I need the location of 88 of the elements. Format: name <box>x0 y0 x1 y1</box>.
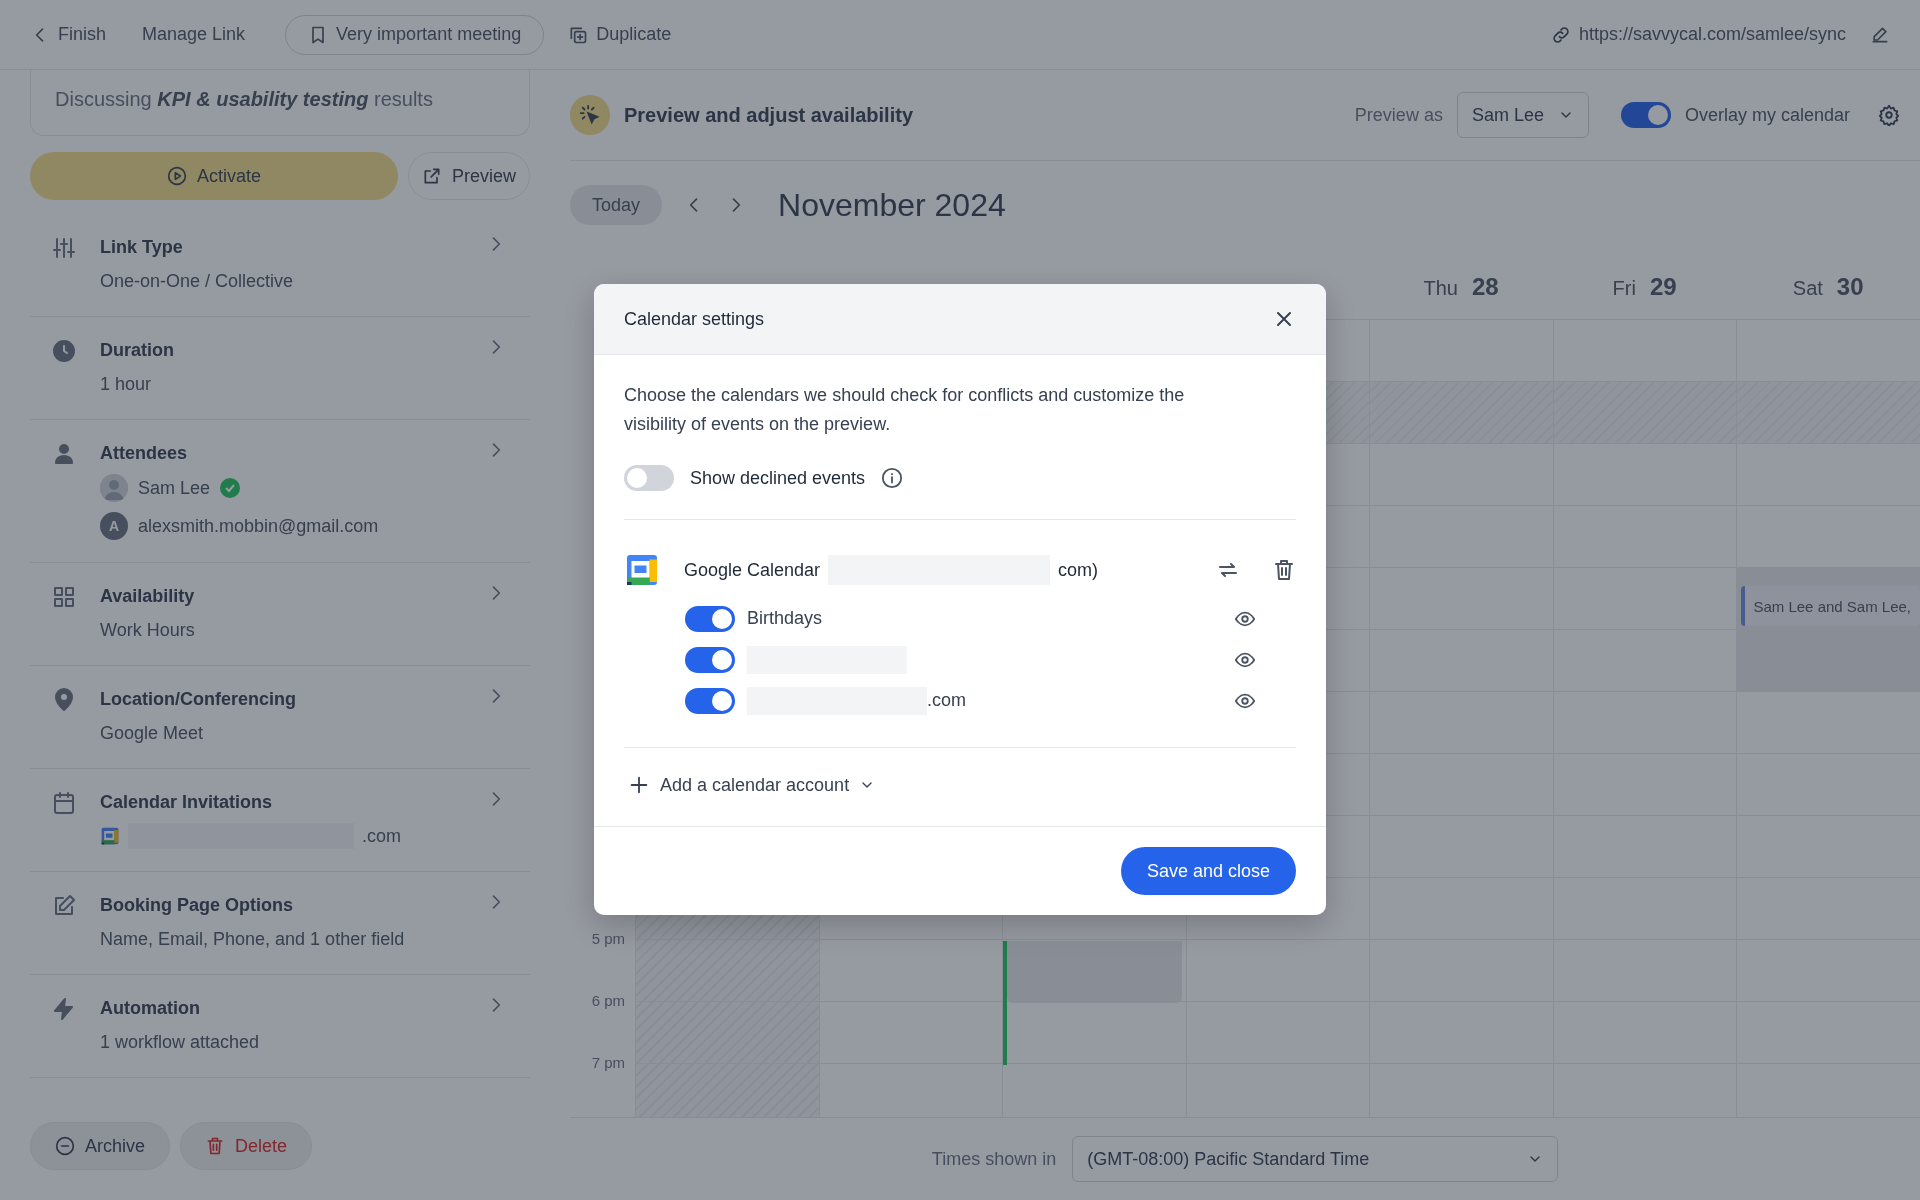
declined-events-toggle[interactable] <box>624 465 674 491</box>
day-date: 29 <box>1649 273 1677 301</box>
setting-title: Automation <box>100 997 201 1020</box>
setting-value: 1 hour <box>100 373 153 396</box>
setting-title: Availability <box>100 585 196 608</box>
calendar-name: Birthdays <box>747 608 823 629</box>
setting-value: Work Hours <box>100 619 196 642</box>
archive-button[interactable]: Archive <box>30 1122 171 1170</box>
account-name: Google Calendar <box>684 559 821 581</box>
calendar-toggle[interactable] <box>685 687 735 714</box>
setting-value: Name, Email, Phone, and 1 other field <box>100 928 406 951</box>
attendee-name: Sam Lee <box>138 477 211 499</box>
settings-item[interactable]: Duration 1 hour <box>30 317 530 420</box>
calendar-icon <box>52 791 76 815</box>
settings-item[interactable]: Location/Conferencing Google Meet <box>30 666 530 769</box>
hour-label: 5 pm <box>591 930 625 947</box>
day-date: 28 <box>1471 273 1499 301</box>
calendar-app-icon <box>624 552 660 588</box>
plus-icon <box>628 774 650 796</box>
person-icon <box>52 442 76 466</box>
settings-item[interactable]: Availability Work Hours <box>30 563 530 666</box>
setting-title: Link Type <box>100 236 184 259</box>
declined-events-label: Show declined events <box>690 467 866 489</box>
pencil-icon <box>1870 24 1890 45</box>
overlay-label: Overlay my calendar <box>1684 104 1850 126</box>
settings-icon <box>1878 104 1900 126</box>
setting-title: Duration <box>100 339 175 362</box>
calendar-name: .com <box>927 690 966 711</box>
preview-as-select[interactable]: Sam Lee <box>1456 92 1589 138</box>
calendar-app-icon <box>100 826 120 846</box>
dialog-title: Calendar settings <box>624 308 765 330</box>
cursor-click-icon <box>570 95 610 135</box>
setting-title: Location/Conferencing <box>100 688 297 711</box>
manage-link-button[interactable]: Manage Link <box>142 24 246 45</box>
day-name: Thu <box>1423 277 1458 300</box>
grid-icon <box>52 585 76 609</box>
calendar-toggle[interactable] <box>685 646 735 673</box>
edit-icon <box>52 894 76 918</box>
save-and-close-button[interactable]: Save and close <box>1120 847 1296 895</box>
sliders-icon <box>52 236 76 260</box>
preview-as-label: Preview as <box>1354 104 1443 126</box>
external-link-icon <box>422 166 442 186</box>
settings-item[interactable]: Link Type One-on-One / Collective <box>30 214 530 317</box>
today-button[interactable]: Today <box>570 185 663 225</box>
edit-button[interactable] <box>1870 24 1890 45</box>
clock-icon <box>52 339 76 363</box>
timezone-label: Times shown in <box>931 1148 1057 1170</box>
settings-item[interactable]: Booking Page Options Name, Email, Phone, and 1 other field <box>30 872 530 975</box>
play-circle-icon <box>167 166 187 186</box>
booking-url-link[interactable]: https://savvycal.com/samlee/sync <box>1578 24 1846 45</box>
setting-title: Booking Page Options <box>100 894 294 917</box>
setting-value: One-on-One / Collective <box>100 270 295 293</box>
avatar-initial: A <box>100 512 128 540</box>
setting-title: Calendar Invitations <box>100 791 274 814</box>
info-icon <box>881 467 904 489</box>
setting-value: Google Meet <box>100 722 205 745</box>
calendar-toggle[interactable] <box>685 605 735 632</box>
location-pin-icon <box>52 688 76 712</box>
preview-title: Preview and adjust availability <box>624 103 913 127</box>
trash-icon <box>1272 558 1296 582</box>
settings-item[interactable]: Attendees Sam Lee A alexsmith.mobbin@gmail.com <box>30 420 530 563</box>
add-calendar-account-button[interactable]: Add a calendar account <box>628 774 876 796</box>
delete-account-button[interactable] <box>1272 558 1296 582</box>
calendar-event[interactable]: Sam Lee and Sam Lee, <box>1741 586 1920 626</box>
day-date: 30 <box>1836 273 1864 301</box>
setting-title: Attendees <box>100 442 189 465</box>
lightning-icon <box>52 997 76 1021</box>
hour-label: 6 pm <box>591 992 625 1009</box>
link-description: Discussing KPI & usability testing results <box>30 70 530 136</box>
attendee-name: alexsmith.mobbin@gmail.com <box>138 515 379 537</box>
day-name: Fri <box>1612 277 1636 300</box>
setting-value: 1 workflow attached <box>100 1031 261 1054</box>
delete-button[interactable]: Delete <box>180 1122 313 1170</box>
preview-button[interactable]: Preview <box>408 152 530 200</box>
timezone-select[interactable]: (GMT-08:00) Pacific Standard Time <box>1072 1136 1559 1182</box>
account-suffix: com) <box>1058 559 1099 581</box>
month-title: November 2024 <box>778 186 1006 224</box>
duplicate-button[interactable]: Duplicate <box>568 24 672 45</box>
link-icon <box>1550 24 1571 45</box>
dialog-description: Choose the calendars we should check for conflicts and customize the visibility of events on the preview. <box>624 384 1186 436</box>
hour-label: 7 pm <box>591 1054 625 1071</box>
overlay-toggle[interactable] <box>1620 102 1671 128</box>
setting-value: .com <box>362 825 401 848</box>
settings-item[interactable]: Automation 1 workflow attached <box>30 975 530 1078</box>
day-name: Sat <box>1792 277 1823 300</box>
activate-button[interactable]: Activate <box>30 152 398 200</box>
minus-circle-icon <box>55 1136 75 1156</box>
finish-button[interactable]: Finish <box>30 24 106 45</box>
